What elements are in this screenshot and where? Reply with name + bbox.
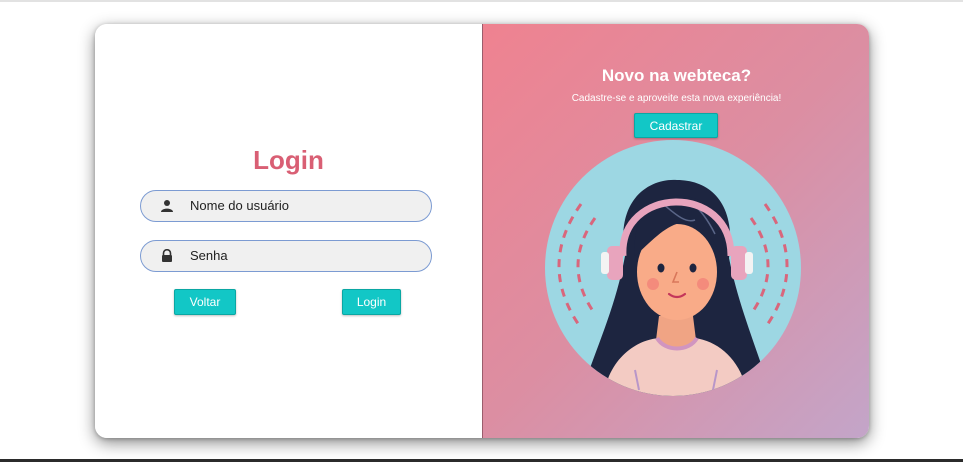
promo-subtitle: Cadastre-se e aproveite esta nova experi… <box>571 93 782 104</box>
register-panel: Novo na webteca? Cadastre-se e aproveite… <box>482 24 869 438</box>
login-title: Login <box>253 145 324 175</box>
back-button[interactable]: Voltar <box>174 289 236 315</box>
username-input[interactable] <box>190 191 415 220</box>
auth-card: Login Voltar Login Novo na webteca? Cada… <box>95 24 869 438</box>
login-panel: Login Voltar Login <box>95 24 482 438</box>
username-field[interactable] <box>140 190 432 222</box>
password-field[interactable] <box>140 240 432 272</box>
password-input[interactable] <box>190 241 415 270</box>
register-button[interactable]: Cadastrar <box>634 113 718 138</box>
top-divider <box>0 0 963 2</box>
user-icon <box>161 200 173 212</box>
lock-icon <box>162 249 172 262</box>
login-button[interactable]: Login <box>342 289 401 315</box>
promo-heading: Novo na webteca? <box>601 66 752 85</box>
girl-with-headphones-illustration <box>545 140 801 396</box>
